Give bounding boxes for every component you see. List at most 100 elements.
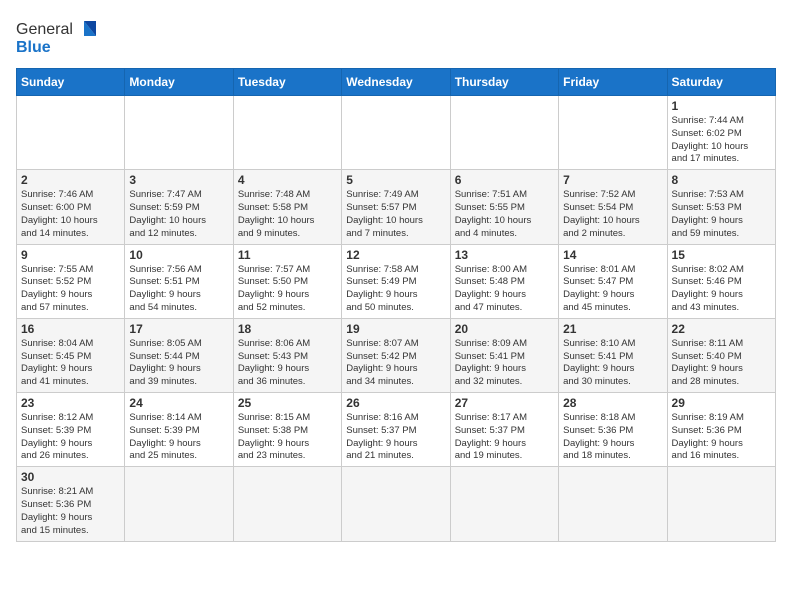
calendar-cell xyxy=(342,467,450,541)
calendar-cell: 2 Sunrise: 7:46 AM Sunset: 6:00 PM Daylig… xyxy=(17,170,125,244)
calendar-week-4: 16 Sunrise: 8:04 AM Sunset: 5:45 PM Dayli… xyxy=(17,318,776,392)
day-number: 14 xyxy=(563,248,662,262)
day-number: 22 xyxy=(672,322,771,336)
weekday-header-row: SundayMondayTuesdayWednesdayThursdayFrid… xyxy=(17,69,776,96)
calendar-cell: 12 Sunrise: 7:58 AM Sunset: 5:49 PM Dayli… xyxy=(342,244,450,318)
day-info: Sunrise: 8:00 AM Sunset: 5:48 PM Dayligh… xyxy=(455,264,554,315)
day-info: Sunrise: 8:17 AM Sunset: 5:37 PM Dayligh… xyxy=(455,412,554,463)
calendar-cell xyxy=(233,96,341,170)
weekday-header-tuesday: Tuesday xyxy=(233,69,341,96)
day-number: 1 xyxy=(672,99,771,113)
day-info: Sunrise: 8:09 AM Sunset: 5:41 PM Dayligh… xyxy=(455,338,554,389)
day-info: Sunrise: 7:48 AM Sunset: 5:58 PM Dayligh… xyxy=(238,189,337,240)
day-info: Sunrise: 8:18 AM Sunset: 5:36 PM Dayligh… xyxy=(563,412,662,463)
calendar-cell: 6Sunrise: 7:51 AM Sunset: 5:55 PM Daylig… xyxy=(450,170,558,244)
day-number: 28 xyxy=(563,396,662,410)
day-info: Sunrise: 7:44 AM Sunset: 6:02 PM Dayligh… xyxy=(672,115,771,166)
weekday-header-friday: Friday xyxy=(559,69,667,96)
day-info: Sunrise: 8:04 AM Sunset: 5:45 PM Dayligh… xyxy=(21,338,120,389)
calendar-cell xyxy=(450,96,558,170)
day-number: 15 xyxy=(672,248,771,262)
day-info: Sunrise: 8:12 AM Sunset: 5:39 PM Dayligh… xyxy=(21,412,120,463)
day-number: 9 xyxy=(21,248,120,262)
calendar-cell: 24 Sunrise: 8:14 AM Sunset: 5:39 PM Dayli… xyxy=(125,393,233,467)
day-info: Sunrise: 8:07 AM Sunset: 5:42 PM Dayligh… xyxy=(346,338,445,389)
day-number: 26 xyxy=(346,396,445,410)
day-number: 6 xyxy=(455,173,554,187)
day-number: 11 xyxy=(238,248,337,262)
day-number: 20 xyxy=(455,322,554,336)
calendar-cell: 21 Sunrise: 8:10 AM Sunset: 5:41 PM Dayli… xyxy=(559,318,667,392)
day-number: 17 xyxy=(129,322,228,336)
calendar-cell: 23 Sunrise: 8:12 AM Sunset: 5:39 PM Dayli… xyxy=(17,393,125,467)
day-number: 12 xyxy=(346,248,445,262)
calendar-cell: 15 Sunrise: 8:02 AM Sunset: 5:46 PM Dayli… xyxy=(667,244,775,318)
day-number: 10 xyxy=(129,248,228,262)
calendar-cell: 29Sunrise: 8:19 AM Sunset: 5:36 PM Dayli… xyxy=(667,393,775,467)
calendar-header-row: SundayMondayTuesdayWednesdayThursdayFrid… xyxy=(17,69,776,96)
calendar-week-6: 30 Sunrise: 8:21 AM Sunset: 5:36 PM Dayli… xyxy=(17,467,776,541)
calendar-cell xyxy=(233,467,341,541)
day-number: 2 xyxy=(21,173,120,187)
day-number: 27 xyxy=(455,396,554,410)
calendar-cell: 20 Sunrise: 8:09 AM Sunset: 5:41 PM Dayli… xyxy=(450,318,558,392)
calendar-cell xyxy=(125,96,233,170)
day-number: 18 xyxy=(238,322,337,336)
calendar-week-3: 9 Sunrise: 7:55 AM Sunset: 5:52 PM Daylig… xyxy=(17,244,776,318)
day-number: 21 xyxy=(563,322,662,336)
calendar-week-1: 1 Sunrise: 7:44 AM Sunset: 6:02 PM Daylig… xyxy=(17,96,776,170)
day-number: 23 xyxy=(21,396,120,410)
calendar-cell: 9 Sunrise: 7:55 AM Sunset: 5:52 PM Daylig… xyxy=(17,244,125,318)
day-number: 19 xyxy=(346,322,445,336)
calendar-cell xyxy=(125,467,233,541)
weekday-header-sunday: Sunday xyxy=(17,69,125,96)
calendar-cell: 17Sunrise: 8:05 AM Sunset: 5:44 PM Dayli… xyxy=(125,318,233,392)
calendar-cell xyxy=(17,96,125,170)
calendar-body: 1 Sunrise: 7:44 AM Sunset: 6:02 PM Daylig… xyxy=(17,96,776,542)
calendar-cell: 8Sunrise: 7:53 AM Sunset: 5:53 PM Daylig… xyxy=(667,170,775,244)
day-info: Sunrise: 7:58 AM Sunset: 5:49 PM Dayligh… xyxy=(346,264,445,315)
day-info: Sunrise: 7:47 AM Sunset: 5:59 PM Dayligh… xyxy=(129,189,228,240)
day-number: 16 xyxy=(21,322,120,336)
calendar-cell: 26 Sunrise: 8:16 AM Sunset: 5:37 PM Dayli… xyxy=(342,393,450,467)
day-number: 13 xyxy=(455,248,554,262)
calendar-week-2: 2 Sunrise: 7:46 AM Sunset: 6:00 PM Daylig… xyxy=(17,170,776,244)
calendar-cell: 13 Sunrise: 8:00 AM Sunset: 5:48 PM Dayli… xyxy=(450,244,558,318)
calendar-cell: 27 Sunrise: 8:17 AM Sunset: 5:37 PM Dayli… xyxy=(450,393,558,467)
day-info: Sunrise: 8:10 AM Sunset: 5:41 PM Dayligh… xyxy=(563,338,662,389)
day-number: 30 xyxy=(21,470,120,484)
calendar-week-5: 23 Sunrise: 8:12 AM Sunset: 5:39 PM Dayli… xyxy=(17,393,776,467)
calendar-cell: 18Sunrise: 8:06 AM Sunset: 5:43 PM Dayli… xyxy=(233,318,341,392)
day-info: Sunrise: 8:21 AM Sunset: 5:36 PM Dayligh… xyxy=(21,486,120,537)
calendar-cell: 16 Sunrise: 8:04 AM Sunset: 5:45 PM Dayli… xyxy=(17,318,125,392)
logo-svg: GeneralBlue xyxy=(16,16,106,58)
svg-text:Blue: Blue xyxy=(16,39,51,56)
calendar-cell xyxy=(559,467,667,541)
day-info: Sunrise: 7:56 AM Sunset: 5:51 PM Dayligh… xyxy=(129,264,228,315)
calendar-cell: 30 Sunrise: 8:21 AM Sunset: 5:36 PM Dayli… xyxy=(17,467,125,541)
calendar-cell: 22 Sunrise: 8:11 AM Sunset: 5:40 PM Dayli… xyxy=(667,318,775,392)
weekday-header-wednesday: Wednesday xyxy=(342,69,450,96)
day-info: Sunrise: 8:14 AM Sunset: 5:39 PM Dayligh… xyxy=(129,412,228,463)
day-number: 7 xyxy=(563,173,662,187)
logo: GeneralBlue xyxy=(16,16,106,58)
calendar-cell: 1 Sunrise: 7:44 AM Sunset: 6:02 PM Daylig… xyxy=(667,96,775,170)
day-info: Sunrise: 8:16 AM Sunset: 5:37 PM Dayligh… xyxy=(346,412,445,463)
day-info: Sunrise: 8:11 AM Sunset: 5:40 PM Dayligh… xyxy=(672,338,771,389)
day-number: 24 xyxy=(129,396,228,410)
calendar-cell: 4Sunrise: 7:48 AM Sunset: 5:58 PM Daylig… xyxy=(233,170,341,244)
calendar-cell: 7 Sunrise: 7:52 AM Sunset: 5:54 PM Daylig… xyxy=(559,170,667,244)
day-info: Sunrise: 8:02 AM Sunset: 5:46 PM Dayligh… xyxy=(672,264,771,315)
day-info: Sunrise: 7:55 AM Sunset: 5:52 PM Dayligh… xyxy=(21,264,120,315)
day-info: Sunrise: 7:46 AM Sunset: 6:00 PM Dayligh… xyxy=(21,189,120,240)
day-info: Sunrise: 7:52 AM Sunset: 5:54 PM Dayligh… xyxy=(563,189,662,240)
svg-text:General: General xyxy=(16,21,73,38)
calendar-cell: 25Sunrise: 8:15 AM Sunset: 5:38 PM Dayli… xyxy=(233,393,341,467)
calendar-cell: 19 Sunrise: 8:07 AM Sunset: 5:42 PM Dayli… xyxy=(342,318,450,392)
day-number: 8 xyxy=(672,173,771,187)
day-info: Sunrise: 7:57 AM Sunset: 5:50 PM Dayligh… xyxy=(238,264,337,315)
calendar-cell xyxy=(667,467,775,541)
weekday-header-monday: Monday xyxy=(125,69,233,96)
day-info: Sunrise: 8:19 AM Sunset: 5:36 PM Dayligh… xyxy=(672,412,771,463)
day-info: Sunrise: 8:01 AM Sunset: 5:47 PM Dayligh… xyxy=(563,264,662,315)
